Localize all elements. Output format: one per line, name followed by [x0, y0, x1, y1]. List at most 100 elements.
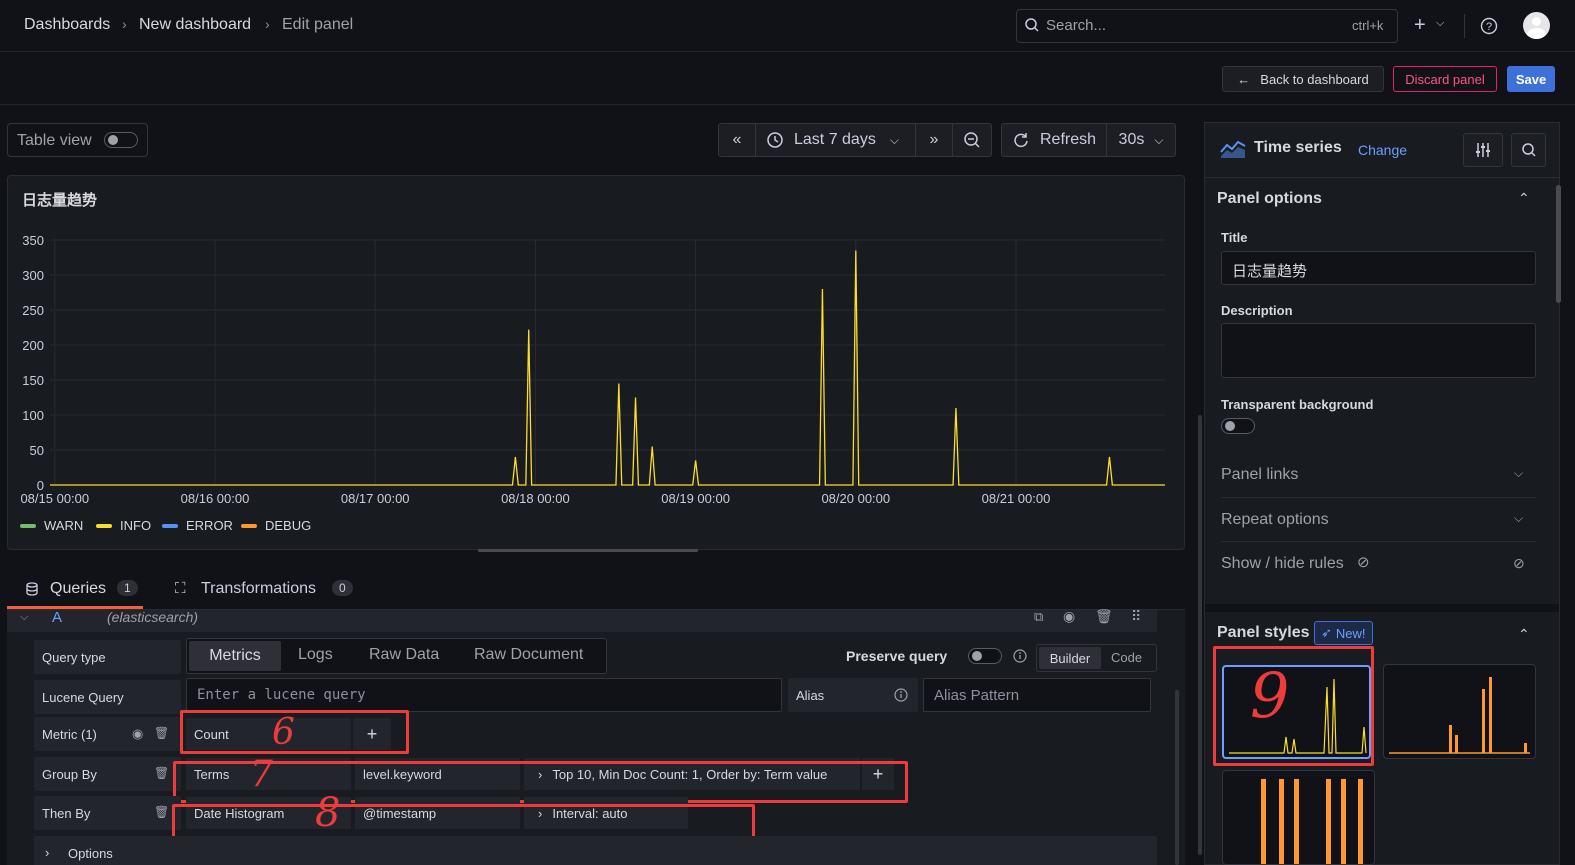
legend-label: WARN	[44, 518, 84, 533]
transformations-count-badge: 0	[332, 580, 353, 596]
avatar[interactable]	[1523, 12, 1550, 39]
main-scrollbar[interactable]	[1198, 415, 1202, 855]
change-visualization-link[interactable]: Change	[1358, 142, 1407, 158]
visualization-name[interactable]: Time series	[1254, 139, 1342, 157]
lucene-query-label: Lucene Query	[34, 680, 181, 714]
drag-handle-icon[interactable]: ⠿	[1131, 608, 1141, 625]
chevron-down-icon[interactable]: ⌵	[1436, 17, 1444, 30]
x-tick-label: 08/15 00:00	[20, 491, 89, 506]
options-row[interactable]	[34, 836, 1157, 865]
transparent-background-toggle[interactable]	[1221, 418, 1255, 434]
time-series-chart[interactable]: 35030025020015010050008/15 00:00 08/16 00…	[10, 230, 1175, 515]
collapse-icon[interactable]: ⌵	[20, 611, 28, 624]
time-range-label: Last 7 days	[794, 131, 876, 148]
legend-item-debug[interactable]: DEBUG	[241, 518, 311, 533]
query-type-raw-document[interactable]: Raw Document	[474, 646, 583, 664]
back-to-dashboard-button[interactable]: ← Back to dashboard	[1222, 66, 1384, 92]
chevrons-right-icon: »	[929, 131, 939, 148]
breadcrumb-new-dashboard[interactable]: New dashboard	[139, 16, 251, 34]
alias-pattern-input[interactable]: Alias Pattern	[923, 678, 1151, 712]
legend-item-warn[interactable]: WARN	[20, 518, 83, 533]
time-shift-forward-button[interactable]: »	[915, 123, 953, 157]
code-mode-button[interactable]: Code	[1111, 650, 1142, 665]
style-preview-columns	[1261, 779, 1363, 864]
rocket-icon: ➶	[1321, 625, 1332, 640]
x-tick-label: 08/16 00:00	[181, 491, 250, 506]
new-badge-label: New!	[1335, 625, 1366, 641]
legend-item-info[interactable]: INFO	[96, 518, 151, 533]
trash-icon[interactable]: 🗑	[154, 766, 169, 780]
chevrons-left-icon: «	[732, 131, 742, 148]
search-placeholder: Search...	[1046, 17, 1107, 34]
annotation-number-7: 7	[250, 754, 273, 795]
options-search-button[interactable]	[1511, 133, 1546, 167]
divider	[1205, 177, 1559, 178]
legend-swatch	[241, 523, 257, 528]
panel-options-header[interactable]: Panel options	[1217, 190, 1322, 208]
options-filter-button[interactable]	[1463, 133, 1503, 167]
time-series-icon	[1220, 140, 1246, 158]
duplicate-icon[interactable]: ⧉	[1034, 609, 1043, 625]
title-field-label: Title	[1221, 230, 1248, 245]
query-datasource: (elasticsearch)	[107, 609, 199, 625]
panel-styles-header[interactable]: Panel styles	[1217, 624, 1310, 642]
add-icon[interactable]: +	[1414, 14, 1426, 37]
trash-icon[interactable]: 🗑	[154, 805, 169, 819]
help-icon[interactable]: ?	[1480, 17, 1498, 35]
arrow-left-icon: ←	[1237, 71, 1251, 87]
options-label: Options	[68, 846, 113, 861]
repeat-options-header[interactable]: Repeat options	[1221, 511, 1329, 529]
zoom-out-button[interactable]	[952, 123, 992, 157]
discard-panel-button[interactable]: Discard panel	[1393, 66, 1497, 92]
builder-mode-button[interactable]: Builder	[1039, 647, 1101, 669]
chevron-up-icon[interactable]: ⌃	[1518, 190, 1530, 207]
panel-style-option-2[interactable]	[1383, 664, 1536, 759]
section-gap	[1205, 604, 1559, 612]
tab-queries[interactable]: Queries	[50, 580, 106, 598]
query-ref-id[interactable]: A	[52, 609, 62, 626]
time-shift-back-button[interactable]: «	[718, 123, 756, 157]
then-by-text: Then By	[42, 805, 91, 821]
title-input[interactable]: 日志量趋势	[1221, 251, 1536, 285]
chevron-down-icon: ⌵	[1154, 132, 1164, 147]
chevron-up-icon[interactable]: ⌃	[1518, 626, 1530, 643]
query-type-metrics[interactable]: Metrics	[189, 641, 281, 671]
legend-item-error[interactable]: ERROR	[162, 518, 233, 533]
eye-icon[interactable]: ◉	[1063, 608, 1075, 625]
eye-icon[interactable]: ◉	[132, 726, 143, 742]
tab-transformations[interactable]: Transformations	[201, 580, 316, 598]
trash-icon[interactable]: 🗑	[1095, 608, 1113, 625]
panel-style-option-3[interactable]	[1222, 770, 1375, 865]
y-tick-label: 100	[22, 408, 44, 423]
annotation-number-9: 9	[1250, 659, 1290, 732]
panel-links-header[interactable]: Panel links	[1221, 466, 1298, 484]
x-tick-label: 08/19 00:00	[661, 491, 730, 506]
options-scrollbar[interactable]	[1556, 185, 1561, 303]
transformations-icon: ⛶	[175, 580, 186, 597]
query-type-raw-data[interactable]: Raw Data	[369, 646, 439, 664]
refresh-button[interactable]: Refresh	[1001, 123, 1107, 157]
refresh-interval-picker[interactable]: 30s ⌵	[1106, 123, 1176, 157]
chevron-down-icon[interactable]: ⌵	[1514, 466, 1523, 481]
y-tick-label: 50	[30, 443, 44, 458]
breadcrumb-separator: ›	[122, 16, 127, 32]
y-tick-label: 300	[22, 268, 44, 283]
metric-label-text: Metric (1)	[42, 726, 97, 742]
divider	[1464, 14, 1465, 38]
preserve-query-label: Preserve query	[846, 648, 948, 664]
breadcrumb-dashboards[interactable]: Dashboards	[24, 16, 110, 34]
preserve-query-toggle[interactable]	[968, 648, 1002, 664]
show-hide-rules-header[interactable]: Show / hide rules	[1221, 555, 1344, 573]
description-textarea[interactable]	[1221, 323, 1536, 378]
table-view-toggle[interactable]	[104, 132, 138, 148]
chevron-down-icon[interactable]: ⌵	[1514, 511, 1523, 526]
save-button[interactable]: Save	[1507, 66, 1555, 92]
query-scrollbar[interactable]	[1175, 690, 1179, 865]
legend-label: INFO	[120, 518, 152, 533]
disabled-icon[interactable]: ⊘	[1513, 555, 1525, 572]
time-range-picker[interactable]: Last 7 days ⌵	[755, 123, 916, 157]
resize-handle[interactable]	[478, 549, 698, 552]
trash-icon[interactable]: 🗑	[154, 726, 169, 740]
query-type-logs[interactable]: Logs	[298, 646, 333, 664]
lucene-query-input[interactable]: Enter a lucene query	[186, 678, 782, 712]
